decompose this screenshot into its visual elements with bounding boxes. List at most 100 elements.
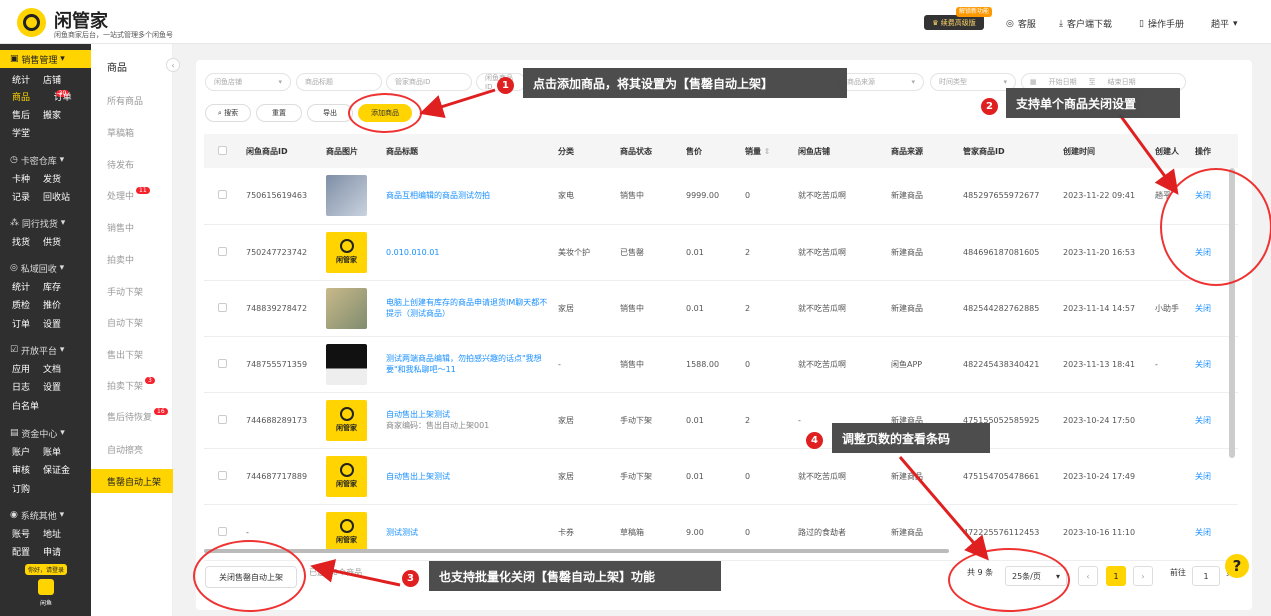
sidebar-item-r-settings[interactable]: 设置 bbox=[43, 317, 61, 330]
product-thumbnail[interactable]: 闲管家 bbox=[326, 399, 367, 441]
user-menu[interactable]: 趟平 ▾ bbox=[1211, 17, 1238, 31]
sidebar-item-address[interactable]: 地址 bbox=[43, 527, 61, 540]
next-page-button[interactable]: › bbox=[1133, 566, 1153, 586]
sidebar-item-records[interactable]: 记录 bbox=[12, 190, 30, 203]
submenu-item-auto-polish[interactable]: 自动擦亮 bbox=[91, 437, 173, 461]
collapse-submenu-button[interactable]: ‹ bbox=[166, 58, 180, 72]
product-title-link[interactable]: 0.010.010.01 bbox=[386, 248, 439, 257]
shop-filter[interactable]: 闲鱼店铺 ▾ bbox=[205, 73, 291, 91]
row-checkbox[interactable] bbox=[218, 470, 227, 480]
sidebar-item-qc[interactable]: 质检 bbox=[12, 298, 30, 311]
mgr-id-filter[interactable]: 管家商品ID bbox=[386, 73, 472, 91]
title-filter[interactable]: 商品标题 bbox=[296, 73, 382, 91]
sidebar-item-bill[interactable]: 账单 bbox=[43, 445, 61, 458]
export-button[interactable]: 导出 bbox=[307, 104, 353, 122]
sidebar-section-peer[interactable]: ⁂ 同行找货 ▾ bbox=[0, 214, 91, 232]
submenu-item-sold-off[interactable]: 售出下架 bbox=[91, 342, 173, 366]
row-checkbox[interactable] bbox=[218, 414, 227, 424]
sidebar-item-stock[interactable]: 库存 bbox=[43, 280, 61, 293]
row-checkbox[interactable] bbox=[218, 246, 227, 256]
cell-title[interactable]: 自动售出上架测试 商家编码：售出自动上架001 bbox=[382, 392, 554, 449]
row-select-cell[interactable] bbox=[204, 448, 242, 505]
submenu-item-auction[interactable]: 拍卖中 bbox=[91, 247, 173, 271]
row-select-cell[interactable] bbox=[204, 280, 242, 337]
prev-page-button[interactable]: ‹ bbox=[1078, 566, 1098, 586]
cell-title[interactable]: 测试两端商品编辑，勿拍感兴趣的话点"我想要"和我私聊吧～11 bbox=[382, 336, 554, 393]
help-button[interactable]: ? bbox=[1225, 554, 1249, 578]
sidebar-section-sales[interactable]: ▣ 销售管理 ▾ bbox=[0, 50, 91, 68]
submenu-item-auto-off[interactable]: 自动下架 bbox=[91, 310, 173, 334]
product-title-link[interactable]: 自动售出上架测试 bbox=[386, 410, 450, 419]
sidebar-section-funds[interactable]: ▤ 资金中心 ▾ bbox=[0, 424, 91, 442]
login-promo[interactable]: 你好，请登录 闲鱼 bbox=[25, 564, 67, 607]
sidebar-item-r-orders[interactable]: 订单 bbox=[12, 317, 30, 330]
sidebar-item-subscribe[interactable]: 订购 bbox=[12, 482, 30, 495]
sidebar-item-cardtype[interactable]: 卡种 bbox=[12, 172, 30, 185]
sidebar-item-o-settings[interactable]: 设置 bbox=[43, 380, 61, 393]
time-type-filter[interactable]: 时间类型 ▾ bbox=[930, 73, 1016, 91]
row-select-cell[interactable] bbox=[204, 392, 242, 449]
horizontal-scrollbar[interactable] bbox=[204, 549, 949, 553]
select-all-cell[interactable] bbox=[204, 134, 242, 168]
source-filter[interactable]: 商品来源 ▾ bbox=[838, 73, 924, 91]
submenu-item-processing[interactable]: 处理中 11 bbox=[91, 183, 173, 207]
row-select-cell[interactable] bbox=[204, 168, 242, 225]
sidebar-item-stats[interactable]: 统计 bbox=[12, 73, 30, 86]
sidebar-item-apps[interactable]: 应用 bbox=[12, 362, 30, 375]
product-thumbnail[interactable] bbox=[326, 287, 367, 329]
submenu-item-all[interactable]: 所有商品 bbox=[91, 88, 173, 112]
sidebar-item-school[interactable]: 学堂 bbox=[12, 126, 30, 139]
sidebar-item-ship[interactable]: 发货 bbox=[43, 172, 61, 185]
page-1-button[interactable]: 1 bbox=[1106, 566, 1126, 586]
product-title-link[interactable]: 自动售出上架测试 bbox=[386, 472, 450, 481]
sidebar-item-accounts[interactable]: 账号 bbox=[12, 527, 30, 540]
customer-service-link[interactable]: ◎ 客服 bbox=[1006, 17, 1036, 31]
sidebar-item-orders[interactable]: 订单 bbox=[54, 90, 72, 104]
product-thumbnail[interactable] bbox=[326, 343, 367, 385]
submenu-item-onsale[interactable]: 销售中 bbox=[91, 215, 173, 239]
product-title-link[interactable]: 测试两端商品编辑，勿拍感兴趣的话点"我想要"和我私聊吧～11 bbox=[386, 354, 542, 374]
submenu-item-aftersale-restore[interactable]: 售后待恢复 16 bbox=[91, 404, 173, 428]
sidebar-item-whitelist[interactable]: 白名单 bbox=[12, 399, 39, 412]
sidebar-item-move[interactable]: 搬家 bbox=[43, 108, 61, 121]
sidebar-item-supply[interactable]: 供货 bbox=[43, 235, 61, 248]
sidebar-item-logs[interactable]: 日志 bbox=[12, 380, 30, 393]
cell-title[interactable]: 自动售出上架测试 bbox=[382, 448, 554, 505]
sidebar-item-config[interactable]: 配置 bbox=[12, 545, 30, 558]
product-thumbnail[interactable]: 闲管家 bbox=[326, 511, 367, 553]
submenu-item-pending[interactable]: 待发布 bbox=[91, 152, 173, 176]
submenu-item-draft[interactable]: 草稿箱 bbox=[91, 120, 173, 144]
sidebar-item-trash[interactable]: 回收站 bbox=[43, 190, 70, 203]
sidebar-section-open[interactable]: ☑ 开放平台 ▾ bbox=[0, 341, 91, 359]
sidebar-item-aftersale[interactable]: 售后 bbox=[12, 108, 30, 121]
sidebar-item-r-stats[interactable]: 统计 bbox=[12, 280, 30, 293]
select-all-checkbox[interactable] bbox=[218, 145, 227, 155]
submenu-item-auction-off[interactable]: 拍卖下架 3 bbox=[91, 373, 173, 397]
product-thumbnail[interactable]: 闲管家 bbox=[326, 455, 367, 497]
product-thumbnail[interactable] bbox=[326, 175, 367, 217]
sidebar-section-card[interactable]: ◷ 卡密仓库 ▾ bbox=[0, 151, 91, 169]
submenu-item-soldout-relist[interactable]: 售罄自动上架 bbox=[91, 469, 173, 493]
row-checkbox[interactable] bbox=[218, 302, 227, 312]
sidebar-item-apply[interactable]: 申请 bbox=[43, 545, 61, 558]
sidebar-item-account[interactable]: 账户 bbox=[12, 445, 30, 458]
row-checkbox[interactable] bbox=[218, 358, 227, 368]
product-title-link[interactable]: 测试测试 bbox=[386, 528, 418, 537]
product-thumbnail[interactable]: 闲管家 bbox=[326, 231, 367, 273]
cell-title[interactable]: 电脑上创建有库存的商品申请退货IM聊天都不提示（测试商品） bbox=[382, 280, 554, 337]
sidebar-item-audit[interactable]: 审核 bbox=[12, 463, 30, 476]
product-title-link[interactable]: 商品互相编辑的商品测试勿拍 bbox=[386, 191, 490, 200]
cell-title[interactable]: 0.010.010.01 bbox=[382, 224, 554, 281]
col-header-sales[interactable]: 销量 ⇕ bbox=[741, 134, 794, 168]
row-select-cell[interactable] bbox=[204, 224, 242, 281]
submenu-item-manual-off[interactable]: 手动下架 bbox=[91, 279, 173, 303]
sidebar-item-docs[interactable]: 文档 bbox=[43, 362, 61, 375]
row-checkbox[interactable] bbox=[218, 190, 227, 200]
sidebar-section-recycle[interactable]: ◎ 私域回收 ▾ bbox=[0, 259, 91, 277]
search-button[interactable]: ⌕ 搜索 bbox=[205, 104, 251, 122]
manual-link[interactable]: ▯ 操作手册 bbox=[1139, 17, 1184, 31]
sidebar-section-system[interactable]: ◉ 系统其他 ▾ bbox=[0, 506, 91, 524]
goto-page-input[interactable]: 1 bbox=[1192, 566, 1220, 586]
product-title-link[interactable]: 电脑上创建有库存的商品申请退货IM聊天都不提示（测试商品） bbox=[386, 298, 547, 318]
sidebar-item-deposit[interactable]: 保证金 bbox=[43, 463, 70, 476]
